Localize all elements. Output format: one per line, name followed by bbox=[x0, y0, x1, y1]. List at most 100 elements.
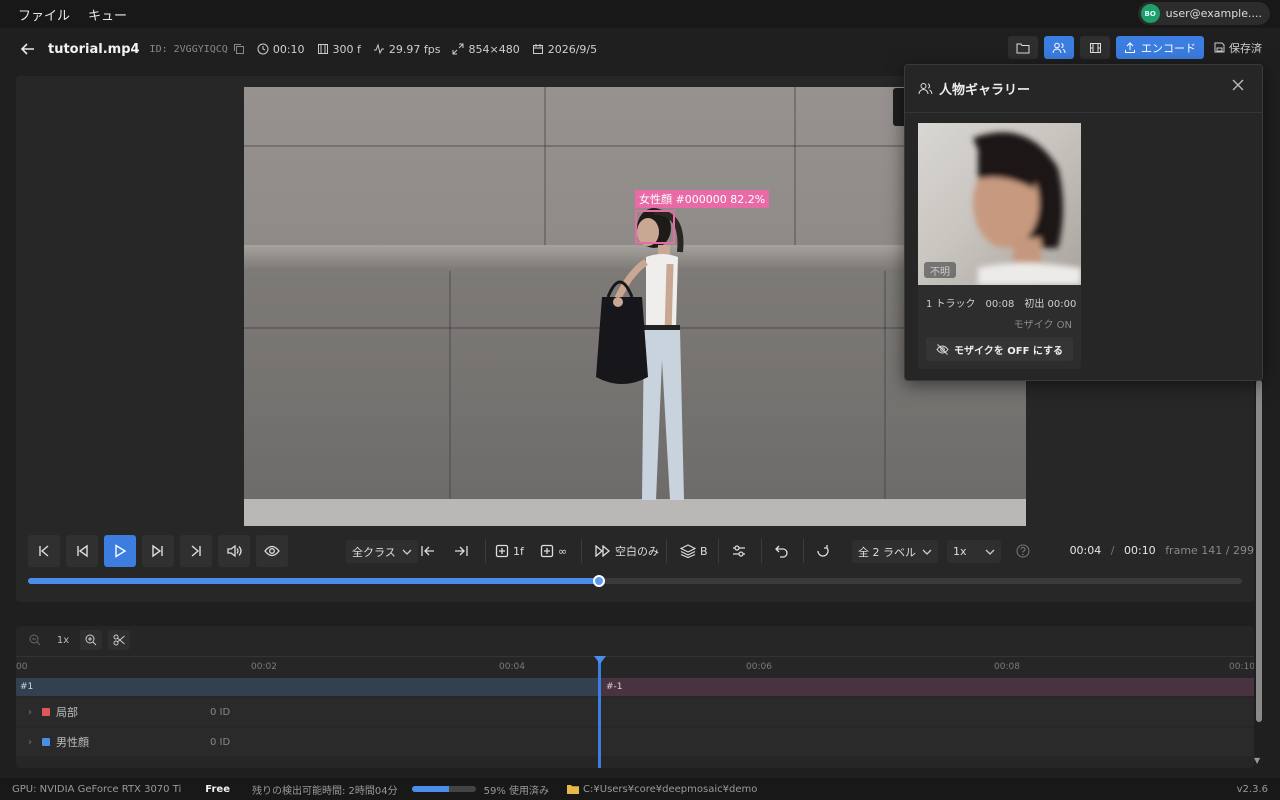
expand-icon bbox=[452, 43, 464, 55]
blank-only-button[interactable]: 空白のみ bbox=[595, 540, 659, 562]
chevron-down-icon bbox=[402, 549, 412, 555]
plus-square-icon bbox=[495, 544, 509, 558]
detection-box[interactable] bbox=[635, 210, 675, 244]
help-circle-icon bbox=[1016, 544, 1030, 558]
usage-text: 59% 使用済み bbox=[483, 785, 550, 797]
users-icon bbox=[918, 83, 933, 95]
zoom-out-button[interactable] bbox=[24, 630, 46, 650]
mosaic-off-button[interactable]: モザイクを OFF にする bbox=[926, 337, 1073, 361]
track-segment[interactable]: #1 bbox=[16, 678, 600, 696]
wall-joint bbox=[544, 87, 546, 245]
folder-path[interactable]: C:¥Users¥core¥deepmosaic¥demo bbox=[567, 784, 757, 795]
speed-select[interactable]: 1x bbox=[947, 540, 1001, 563]
app-version: v2.3.6 bbox=[1236, 783, 1268, 795]
label-name: 男性顔 bbox=[56, 736, 89, 749]
undo-button[interactable] bbox=[775, 540, 789, 562]
encode-button[interactable]: エンコード bbox=[1116, 36, 1204, 59]
cut-button[interactable] bbox=[108, 630, 130, 650]
sliders-icon bbox=[733, 545, 745, 557]
arrow-left-icon bbox=[20, 43, 34, 55]
eye-icon bbox=[264, 545, 280, 557]
folder-icon bbox=[567, 785, 580, 794]
menu-queue[interactable]: キュー bbox=[79, 5, 136, 24]
detection-label: 女性顔 #000000 82.2% bbox=[635, 190, 770, 208]
step-back-icon bbox=[77, 544, 88, 558]
volume-button[interactable] bbox=[218, 535, 250, 567]
film-icon bbox=[317, 44, 328, 54]
frames-button[interactable] bbox=[1080, 36, 1110, 59]
help-button[interactable] bbox=[1016, 540, 1030, 562]
add-all-button[interactable]: ∞ bbox=[540, 540, 567, 562]
label-name: 局部 bbox=[56, 706, 78, 719]
play-button[interactable] bbox=[104, 535, 136, 567]
label-row[interactable]: › 男性顔 0 ID bbox=[16, 728, 1254, 756]
label-row[interactable]: › 局部 0 ID bbox=[16, 698, 1254, 726]
seek-bar[interactable] bbox=[28, 575, 1242, 587]
volume-icon bbox=[227, 544, 242, 558]
toolbar-divider bbox=[666, 539, 667, 563]
next-frame-button[interactable] bbox=[142, 535, 174, 567]
avatar: BO bbox=[1140, 4, 1160, 23]
wall-joint bbox=[884, 271, 886, 499]
labels-select[interactable]: 全 2 ラベル bbox=[852, 540, 938, 563]
meta-resolution: 854×480 bbox=[452, 43, 520, 56]
toolbar-divider bbox=[581, 539, 582, 563]
time-separator: / bbox=[1110, 544, 1115, 557]
frame-counter: frame 141 / 299 bbox=[1165, 544, 1254, 557]
add-1f-button[interactable]: 1f bbox=[495, 540, 524, 562]
close-button[interactable] bbox=[1232, 79, 1244, 94]
open-folder-button[interactable] bbox=[1008, 36, 1038, 59]
chevron-right-icon[interactable]: › bbox=[28, 737, 32, 748]
people-gallery-button[interactable] bbox=[1044, 36, 1074, 59]
user-menu[interactable]: BO user@example.... bbox=[1137, 2, 1270, 25]
plan-badge: Free bbox=[205, 783, 230, 795]
tick-label: 00 bbox=[16, 662, 28, 672]
arrow-right-bar-icon bbox=[455, 546, 468, 556]
chevron-right-icon[interactable]: › bbox=[28, 707, 32, 718]
remaining-time: 残りの検出可能時間: 2時間04分 bbox=[251, 785, 398, 797]
adjust-button[interactable] bbox=[732, 540, 746, 562]
wall-joint bbox=[794, 87, 796, 245]
video-sidewalk bbox=[244, 499, 1026, 526]
prev-frame-button[interactable] bbox=[66, 535, 98, 567]
tick-label: 00:08 bbox=[994, 662, 1020, 672]
seek-bar-handle[interactable] bbox=[592, 575, 605, 587]
meta-frames: 300 f bbox=[317, 43, 361, 56]
toolbar-divider bbox=[718, 539, 719, 563]
tick-label: 00:02 bbox=[251, 662, 277, 672]
playhead-handle[interactable] bbox=[594, 656, 606, 664]
zoom-in-button[interactable] bbox=[80, 630, 102, 650]
preview-toggle-button[interactable] bbox=[256, 535, 288, 567]
back-button[interactable] bbox=[18, 39, 38, 59]
jump-next-detection-button[interactable] bbox=[453, 540, 469, 562]
time-readout: 00:04 / 00:10 frame 141 / 299 bbox=[1070, 544, 1254, 557]
class-select[interactable]: 全クラス bbox=[346, 540, 418, 563]
current-time: 00:04 bbox=[1069, 544, 1102, 557]
jump-prev-detection-button[interactable] bbox=[420, 540, 436, 562]
timeline-playhead[interactable] bbox=[598, 656, 601, 768]
layer-button[interactable]: B bbox=[680, 540, 708, 562]
playback-controls: 全クラス 1f ∞ 空白のみ B 全 2 ラベル 1x 00:04 / 00:1… bbox=[28, 535, 1254, 569]
eye-off-icon bbox=[936, 343, 949, 355]
skip-end-icon bbox=[191, 545, 201, 557]
scroll-down-icon[interactable]: ▼ bbox=[1254, 756, 1260, 765]
menu-bar: ファイル キュー BO user@example.... bbox=[0, 0, 1280, 28]
track-segment[interactable]: #-1 bbox=[600, 678, 1254, 696]
gpu-info: GPU: NVIDIA GeForce RTX 3070 Ti bbox=[12, 783, 182, 795]
person-card[interactable]: 不明 1 トラック 00:08 初出 00:00 モザイク ON モザイクを O… bbox=[918, 123, 1081, 369]
menu-file[interactable]: ファイル bbox=[9, 5, 79, 24]
layers-icon bbox=[680, 544, 696, 558]
scrollbar[interactable] bbox=[1256, 380, 1262, 722]
jump-end-button[interactable] bbox=[180, 535, 212, 567]
folder-icon bbox=[1016, 43, 1030, 53]
label-count: 0 ID bbox=[210, 706, 231, 718]
timeline-ruler[interactable]: 00 00:02 00:04 00:06 00:08 00:10 bbox=[16, 656, 1254, 678]
tick-label: 00:06 bbox=[746, 662, 772, 672]
face-image bbox=[973, 132, 1081, 285]
jump-start-button[interactable] bbox=[28, 535, 60, 567]
reset-button[interactable] bbox=[816, 540, 830, 562]
upload-icon bbox=[1125, 41, 1135, 53]
undo-icon bbox=[775, 545, 788, 558]
timeline-panel: 1x 00 00:02 00:04 00:06 00:08 00:10 #1 #… bbox=[16, 626, 1254, 768]
copy-icon[interactable] bbox=[233, 43, 245, 55]
